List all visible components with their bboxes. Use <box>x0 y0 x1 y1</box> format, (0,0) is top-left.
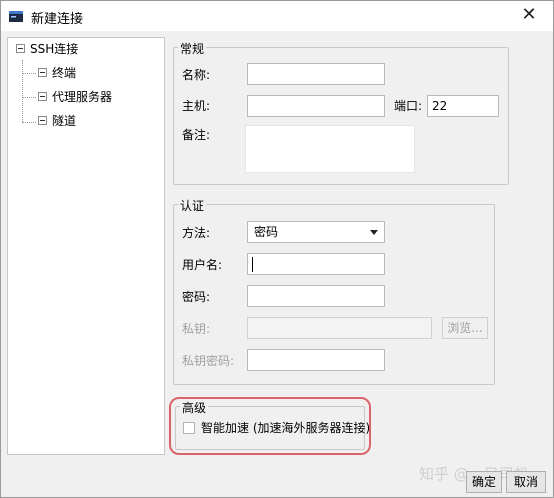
password-label: 密码: <box>182 290 211 304</box>
auth-legend: 认证 <box>178 197 207 214</box>
name-label: 名称: <box>182 68 211 82</box>
collapse-icon[interactable] <box>16 44 25 53</box>
method-label: 方法: <box>182 226 211 240</box>
close-button[interactable]: ✕ <box>509 1 549 31</box>
tree-item-terminal[interactable]: 终端 <box>52 64 76 82</box>
tree-connector <box>22 73 36 74</box>
node-icon <box>38 116 47 125</box>
method-value: 密码 <box>254 225 279 239</box>
new-connection-dialog: 新建连接 ✕ SSH连接 终端 代理服务器 隧道 常规 名称: 主机: 端口: … <box>0 0 554 498</box>
text-cursor <box>252 257 253 272</box>
username-label: 用户名: <box>182 258 223 272</box>
password-field[interactable] <box>247 285 385 307</box>
port-label: 端口: <box>394 99 423 113</box>
title-bar: 新建连接 ✕ <box>1 1 553 31</box>
dropdown-arrow-icon <box>370 230 378 235</box>
general-legend: 常规 <box>178 40 207 57</box>
node-icon <box>38 68 47 77</box>
tree-item-tunnel[interactable]: 隧道 <box>52 112 76 130</box>
settings-tree: SSH连接 终端 代理服务器 隧道 <box>7 37 165 455</box>
username-field[interactable] <box>247 253 385 275</box>
port-field[interactable]: 22 <box>427 95 499 117</box>
tree-item-ssh[interactable]: SSH连接 <box>30 40 78 58</box>
node-icon <box>38 92 47 101</box>
key-password-label: 私钥密码: <box>182 354 235 368</box>
tree-connector <box>22 60 23 122</box>
host-field[interactable] <box>247 95 385 117</box>
method-select[interactable]: 密码 <box>247 221 385 243</box>
ok-button[interactable]: 确定 <box>466 471 502 493</box>
annotation-highlight <box>169 397 371 455</box>
private-key-field <box>247 317 432 339</box>
note-field[interactable] <box>245 125 415 173</box>
window-title: 新建连接 <box>31 12 84 27</box>
host-label: 主机: <box>182 99 211 113</box>
note-label: 备注: <box>182 128 211 142</box>
tree-item-proxy[interactable]: 代理服务器 <box>52 88 112 106</box>
private-key-label: 私钥: <box>182 322 211 336</box>
app-icon <box>9 11 23 22</box>
cancel-button[interactable]: 取消 <box>506 471 546 493</box>
tree-connector <box>22 122 36 123</box>
browse-button: 浏览... <box>442 317 488 339</box>
tree-connector <box>22 97 36 98</box>
name-field[interactable] <box>247 63 385 85</box>
key-password-field[interactable] <box>247 349 385 371</box>
